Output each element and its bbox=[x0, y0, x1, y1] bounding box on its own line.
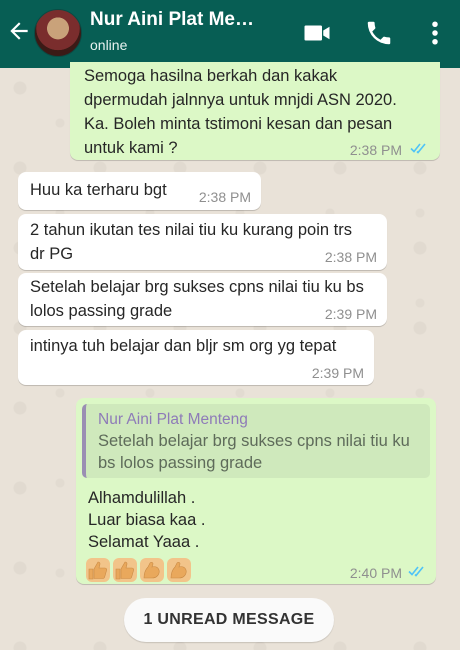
message-line: Alhamdulillah . bbox=[88, 489, 196, 507]
back-arrow-icon[interactable] bbox=[6, 18, 32, 44]
message-line: Selamat Yaaa . bbox=[88, 533, 200, 551]
phone-call-icon[interactable] bbox=[364, 18, 394, 48]
message-line: Ka. Boleh minta tstimoni kesan dan pesan bbox=[84, 115, 393, 133]
message-line: Semoga hasilna berkah dan kakak bbox=[84, 67, 338, 85]
message-time: 2:40 PM bbox=[349, 565, 402, 581]
quoted-text: Setelah belajar brg sukses cpns nilai ti… bbox=[98, 432, 410, 472]
incoming-message[interactable]: Huu ka terharu bgt 2:38 PM bbox=[18, 172, 261, 210]
read-ticks-icon bbox=[410, 143, 426, 154]
message-line: dpermudah jalnnya untuk mnjdi ASN 2020. bbox=[84, 91, 397, 109]
message-text: Setelah belajar brg sukses cpns nilai ti… bbox=[30, 278, 364, 320]
message-text: Alhamdulillah . Luar biasa kaa . Selamat… bbox=[82, 487, 430, 553]
thumbs-up-icon bbox=[113, 557, 137, 582]
video-call-icon[interactable] bbox=[302, 18, 332, 48]
message-time: 2:38 PM bbox=[198, 189, 251, 205]
flexed-biceps-icon bbox=[167, 557, 191, 582]
message-time: 2:38 PM bbox=[324, 249, 377, 265]
contact-status: online bbox=[90, 37, 128, 53]
message-time: 2:38 PM bbox=[349, 142, 402, 158]
flexed-biceps-icon bbox=[140, 557, 164, 582]
message-text: Huu ka terharu bgt bbox=[30, 181, 167, 199]
incoming-message[interactable]: 2 tahun ikutan tes nilai tiu ku kurang p… bbox=[18, 214, 387, 270]
more-options-icon[interactable] bbox=[420, 18, 450, 48]
outgoing-message[interactable]: Semoga hasilna berkah dan kakak dpermuda… bbox=[70, 62, 440, 160]
unread-messages-banner[interactable]: 1 UNREAD MESSAGE bbox=[124, 598, 334, 642]
message-line: Luar biasa kaa . bbox=[88, 511, 206, 529]
quoted-message[interactable]: Nur Aini Plat Menteng Setelah belajar br… bbox=[82, 404, 430, 478]
avatar[interactable] bbox=[34, 9, 82, 57]
incoming-message[interactable]: Setelah belajar brg sukses cpns nilai ti… bbox=[18, 273, 387, 326]
read-ticks-icon bbox=[408, 566, 424, 577]
message-text: intinya tuh belajar dan bljr sm org yg t… bbox=[30, 337, 337, 355]
thumbs-up-icon bbox=[86, 557, 110, 582]
outgoing-reply-message[interactable]: Nur Aini Plat Menteng Setelah belajar br… bbox=[76, 398, 436, 584]
message-time: 2:39 PM bbox=[324, 306, 377, 322]
contact-name[interactable]: Nur Aini Plat Me… bbox=[90, 9, 290, 31]
chat-header: Nur Aini Plat Me… online bbox=[0, 0, 460, 68]
incoming-message[interactable]: intinya tuh belajar dan bljr sm org yg t… bbox=[18, 330, 374, 385]
quoted-sender-name: Nur Aini Plat Menteng bbox=[98, 411, 248, 428]
message-time: 2:39 PM bbox=[311, 365, 364, 381]
message-text: 2 tahun ikutan tes nilai tiu ku kurang p… bbox=[30, 221, 352, 263]
